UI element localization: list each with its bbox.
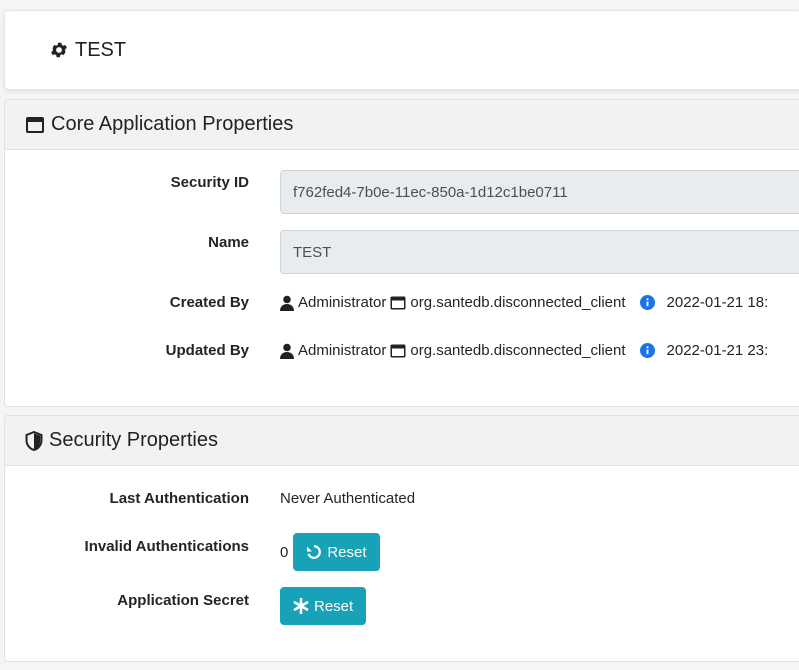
info-icon[interactable] [639,343,655,358]
asterisk-icon [293,598,309,614]
reset-app-secret-button[interactable]: Reset [280,587,367,625]
created-by-user: Administrator [298,294,387,311]
window-icon [390,296,406,310]
created-by-app: org.santedb.disconnected_client [410,294,626,311]
created-by-value: Administrator org.santedb.disconnected_c… [280,294,768,311]
invalid-auth-label: Invalid Authentications [84,538,249,555]
invalid-auth-count: 0 [280,543,289,561]
core-properties-header: Core Application Properties [5,100,799,150]
updated-by-user: Administrator [298,342,387,359]
window-icon [390,344,406,358]
page-title: TEST [75,38,127,61]
reset-invalid-auth-label: Reset [327,543,367,561]
security-id-field[interactable]: f762fed4-7b0e-11ec-850a-1d12c1be0711 [280,170,799,214]
user-icon [280,295,294,311]
gear-icon [49,40,69,60]
reset-invalid-auth-button[interactable]: Reset [293,533,380,571]
reset-app-secret-label: Reset [314,597,354,615]
security-properties-header: Security Properties [5,416,799,466]
updated-by-value: Administrator org.santedb.disconnected_c… [280,342,768,359]
security-id-label: Security ID [170,174,249,191]
created-by-time: 2022-01-21 18: [666,294,769,311]
created-by-label: Created By [169,294,249,311]
window-icon [25,116,45,134]
page-header: TEST [4,10,799,90]
app-secret-value: Reset [280,587,367,625]
security-properties-title: Security Properties [49,429,218,451]
app-secret-label: Application Secret [117,592,249,609]
undo-icon [307,545,322,559]
updated-by-time: 2022-01-21 23: [666,342,769,359]
last-auth-label: Last Authentication [109,490,249,507]
core-properties-title: Core Application Properties [51,113,294,135]
user-icon [280,343,294,359]
invalid-auth-value: 0 Reset [280,533,380,571]
name-label: Name [208,234,249,251]
updated-by-app: org.santedb.disconnected_client [410,342,626,359]
last-auth-value: Never Authenticated [280,490,416,507]
security-properties-card: Security Properties Last Authentication … [4,415,799,662]
shield-icon [25,430,43,451]
updated-by-label: Updated By [165,342,249,359]
core-properties-card: Core Application Properties Security ID … [4,99,799,407]
info-icon[interactable] [639,295,655,310]
name-field[interactable]: TEST [280,230,799,274]
